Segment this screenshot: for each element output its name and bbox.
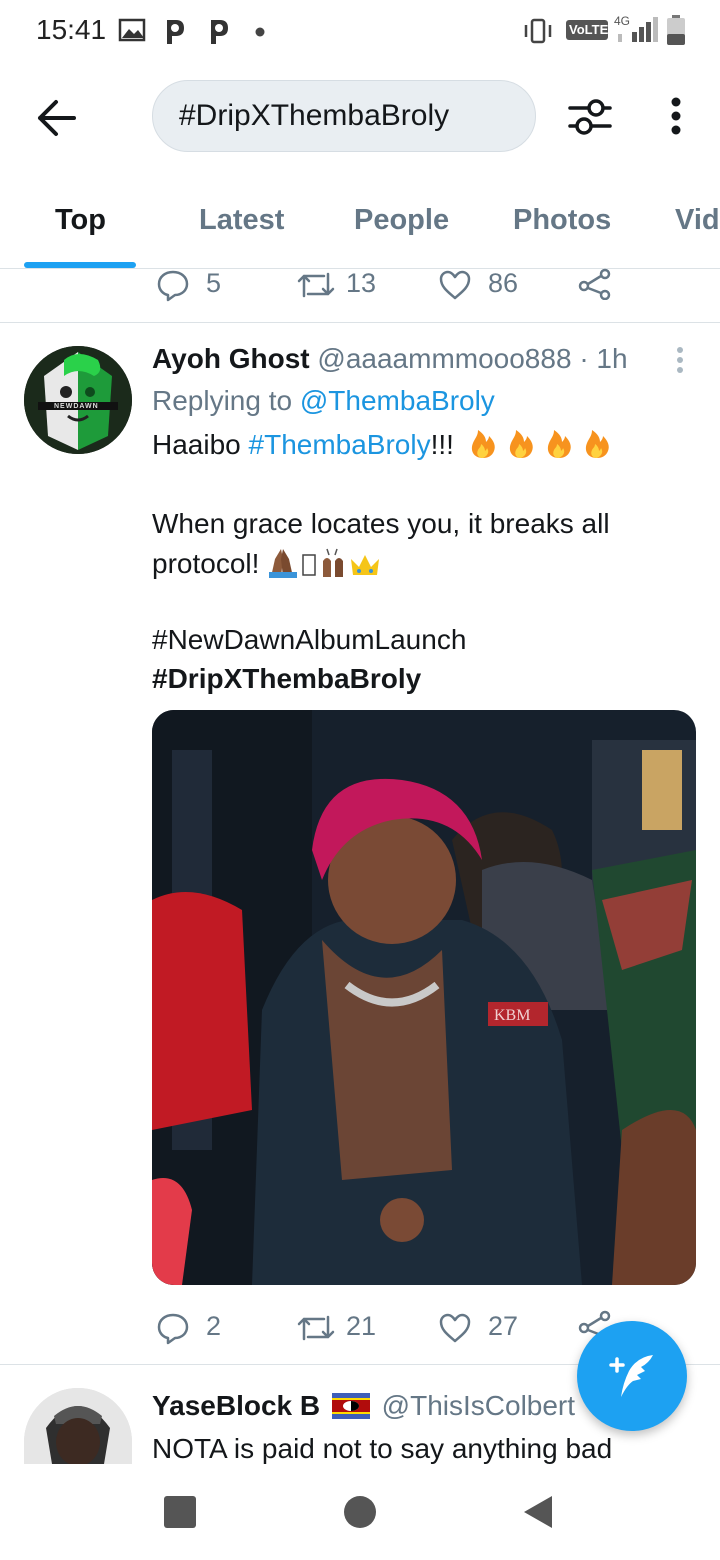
signal-icon — [618, 17, 658, 42]
avatar-image — [24, 1388, 132, 1464]
tweet-line-2: When grace locates you, it breaks all — [152, 508, 610, 539]
tweet-line-1: Haaibo #ThembaBroly!!! — [152, 426, 616, 464]
more-notifications-dot-icon — [255, 27, 265, 37]
like-button[interactable]: 27 — [438, 1311, 528, 1351]
search-bar[interactable]: #DripXThembaBroly — [152, 80, 536, 152]
app-p-notification-icon-2 — [211, 20, 228, 44]
display-name[interactable]: Ayoh Ghost — [152, 343, 310, 374]
gallery-notification-icon — [118, 18, 146, 42]
compose-icon — [609, 1355, 653, 1397]
retweet-icon — [297, 272, 335, 298]
prev-like-button[interactable]: 86 — [438, 268, 528, 308]
replying-to: Replying to @ThembaBroly — [152, 385, 495, 416]
next-tweet-text: NOTA is paid not to say anything bad — [152, 1433, 613, 1464]
share-icon[interactable] — [578, 268, 612, 300]
display-name[interactable]: YaseBlock B — [152, 1390, 320, 1421]
status-bar: 15:41 VoLTE 4G — [0, 0, 720, 64]
reply-icon — [157, 1313, 189, 1345]
vibrate-icon — [524, 18, 552, 44]
search-tabs: Top Latest People Photos Vid — [0, 190, 720, 269]
recents-button[interactable] — [164, 1496, 196, 1528]
app-p-notification-icon — [167, 20, 184, 44]
next-tweet-header: YaseBlock B @ThisIsColbert — [152, 1390, 575, 1422]
battery-icon — [667, 15, 685, 45]
reply-icon — [157, 270, 189, 302]
tweet-divider — [0, 322, 720, 323]
search-input[interactable]: #DripXThembaBroly — [179, 99, 449, 133]
retweet-button[interactable]: 21 — [296, 1311, 386, 1351]
active-tab-indicator — [24, 262, 136, 268]
handle: @ThisIsColbert — [381, 1390, 576, 1421]
tab-top[interactable]: Top — [55, 204, 106, 237]
status-time: 15:41 — [36, 14, 107, 45]
tweet-more-icon[interactable] — [672, 346, 688, 376]
back-nav-icon[interactable] — [522, 1494, 554, 1530]
replying-to-link[interactable]: @ThembaBroly — [300, 385, 495, 416]
prev-reply-button[interactable]: 5 — [156, 268, 236, 308]
fire-emoji-icon — [471, 430, 609, 458]
jacket-text: KBM — [494, 1007, 530, 1024]
reply-button[interactable]: 2 — [156, 1311, 236, 1351]
like-icon — [439, 270, 471, 300]
avatar[interactable] — [24, 1388, 132, 1464]
tweet-header: Ayoh Ghost @aaaammmooo888 · 1h — [152, 343, 628, 375]
retweet-icon — [297, 1315, 335, 1341]
tab-people[interactable]: People — [354, 204, 449, 237]
hashtag-newdawn[interactable]: #NewDawnAlbumLaunch — [152, 621, 466, 659]
volte-badge: VoLTE — [566, 20, 608, 40]
back-arrow-icon[interactable] — [34, 96, 78, 140]
tab-videos[interactable]: Vid — [675, 204, 720, 237]
dot-separator: · — [579, 343, 589, 374]
avatar[interactable]: NEWDAWN — [24, 346, 132, 454]
eswatini-flag-icon — [331, 1393, 370, 1419]
tweet-photo[interactable]: KBM — [152, 710, 696, 1285]
tweet-line-3: protocol! — [152, 545, 393, 583]
photo-image: KBM — [152, 710, 696, 1285]
handle: @aaaammmooo888 — [317, 343, 572, 374]
hashtag-link[interactable]: #ThembaBroly — [249, 429, 431, 460]
tab-latest[interactable]: Latest — [199, 204, 284, 237]
filter-icon[interactable] — [566, 96, 614, 136]
prev-retweet-button[interactable]: 13 — [296, 268, 386, 308]
system-nav-bar — [0, 1464, 720, 1560]
compose-button[interactable] — [577, 1321, 687, 1431]
like-icon — [439, 1313, 471, 1343]
emoji-sequence-icon — [269, 548, 380, 578]
more-vertical-icon[interactable] — [664, 96, 688, 140]
home-button[interactable] — [344, 1496, 376, 1528]
avatar-image — [24, 346, 132, 454]
hashtag-dripxthembabroly[interactable]: #DripXThembaBroly — [152, 660, 421, 698]
tab-photos[interactable]: Photos — [513, 204, 611, 237]
timestamp: 1h — [596, 343, 628, 374]
